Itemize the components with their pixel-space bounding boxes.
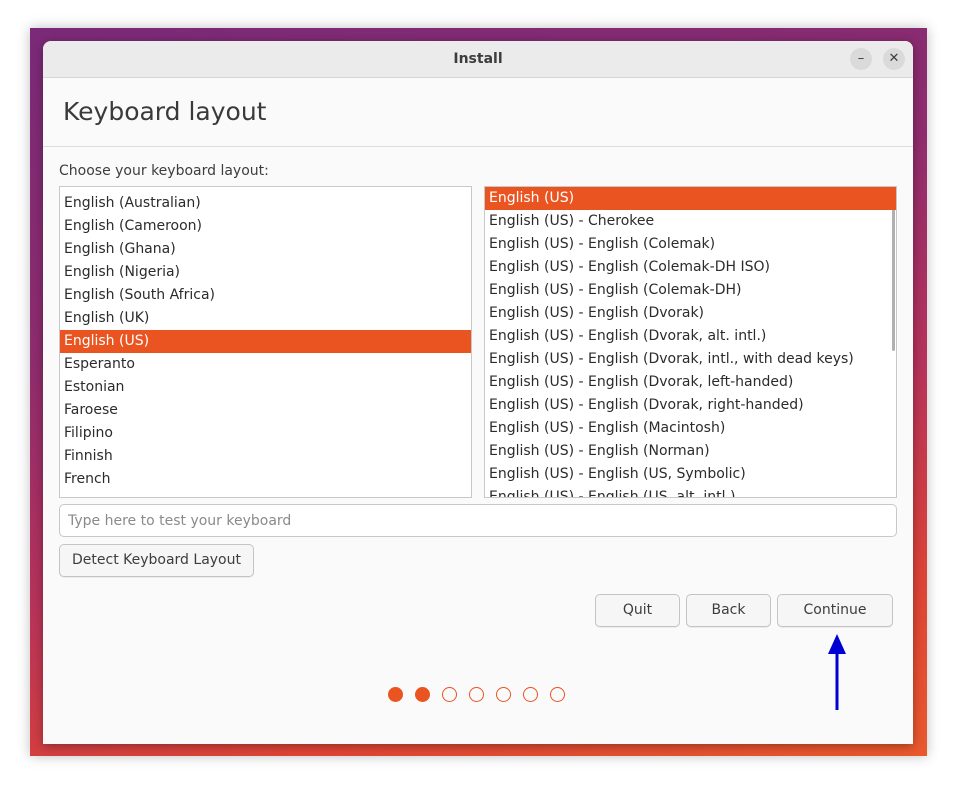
title-bar[interactable]: Install – ✕ [43, 41, 913, 78]
layout-list-item[interactable]: Estonian [60, 376, 471, 399]
step-dot-pending [469, 687, 484, 702]
variant-list-item[interactable]: English (US) - English (Colemak-DH ISO) [485, 256, 896, 279]
variant-list-item[interactable]: English (US) - English (Dvorak, alt. int… [485, 325, 896, 348]
close-button[interactable]: ✕ [883, 48, 905, 70]
layout-list-item[interactable]: English (South Africa) [60, 284, 471, 307]
keyboard-test-input[interactable] [59, 504, 897, 537]
layout-list-item[interactable]: English (UK) [60, 307, 471, 330]
back-button[interactable]: Back [686, 594, 771, 627]
detect-keyboard-layout-button[interactable]: Detect Keyboard Layout [59, 544, 254, 577]
layout-list-item[interactable]: Esperanto [60, 353, 471, 376]
variant-list-item[interactable]: English (US) - Cherokee [485, 210, 896, 233]
variant-list-item[interactable]: English (US) - English (Colemak-DH) [485, 279, 896, 302]
installer-window: Install – ✕ Keyboard layout Choose your … [43, 41, 913, 744]
variant-list-item[interactable]: English (US) - English (US, alt. intl.) [485, 486, 896, 497]
page-title: Keyboard layout [63, 97, 267, 126]
variant-list-item[interactable]: English (US) - English (Macintosh) [485, 417, 896, 440]
quit-button[interactable]: Quit [595, 594, 680, 627]
minimize-button[interactable]: – [850, 48, 872, 70]
continue-button[interactable]: Continue [777, 594, 893, 627]
step-dot-pending [550, 687, 565, 702]
step-dot-pending [496, 687, 511, 702]
annotation-arrow-head [828, 634, 846, 654]
header-divider [43, 146, 913, 147]
variant-list-item[interactable]: English (US) - English (Colemak) [485, 233, 896, 256]
layout-list-item[interactable]: Faroese [60, 399, 471, 422]
keyboard-variant-list[interactable]: English (US) English (US) - Cherokee Engli… [484, 186, 897, 498]
layout-list-item[interactable]: English (Cameroon) [60, 215, 471, 238]
variant-list-item[interactable]: English (US) - English (Norman) [485, 440, 896, 463]
step-dot-pending [442, 687, 457, 702]
layout-list-item[interactable]: English (Australian) [60, 192, 471, 215]
variant-list-item[interactable]: English (US) - English (Dvorak) [485, 302, 896, 325]
layout-list-item[interactable]: English (Ghana) [60, 238, 471, 261]
step-dot-pending [523, 687, 538, 702]
layout-list-item[interactable]: Finnish [60, 445, 471, 468]
variant-list-item[interactable]: English (US) [485, 187, 896, 210]
variant-list-item[interactable]: English (US) - English (US, Symbolic) [485, 463, 896, 486]
step-dot-complete [415, 687, 430, 702]
keyboard-layout-list[interactable]: English (Australian) English (Cameroon) En… [59, 186, 472, 498]
annotation-arrow-up-icon [828, 634, 846, 710]
layout-list-item[interactable]: English (Nigeria) [60, 261, 471, 284]
layout-list-item[interactable]: Filipino [60, 422, 471, 445]
layout-prompt-label: Choose your keyboard layout: [59, 163, 269, 179]
window-title: Install [453, 51, 503, 67]
variant-list-item[interactable]: English (US) - English (Dvorak, intl., w… [485, 348, 896, 371]
variant-list-item[interactable]: English (US) - English (Dvorak, right-ha… [485, 394, 896, 417]
layout-list-item[interactable]: French [60, 468, 471, 491]
layout-list-item[interactable]: English (US) [60, 330, 471, 353]
variant-list-item[interactable]: English (US) - English (Dvorak, left-han… [485, 371, 896, 394]
step-dot-complete [388, 687, 403, 702]
